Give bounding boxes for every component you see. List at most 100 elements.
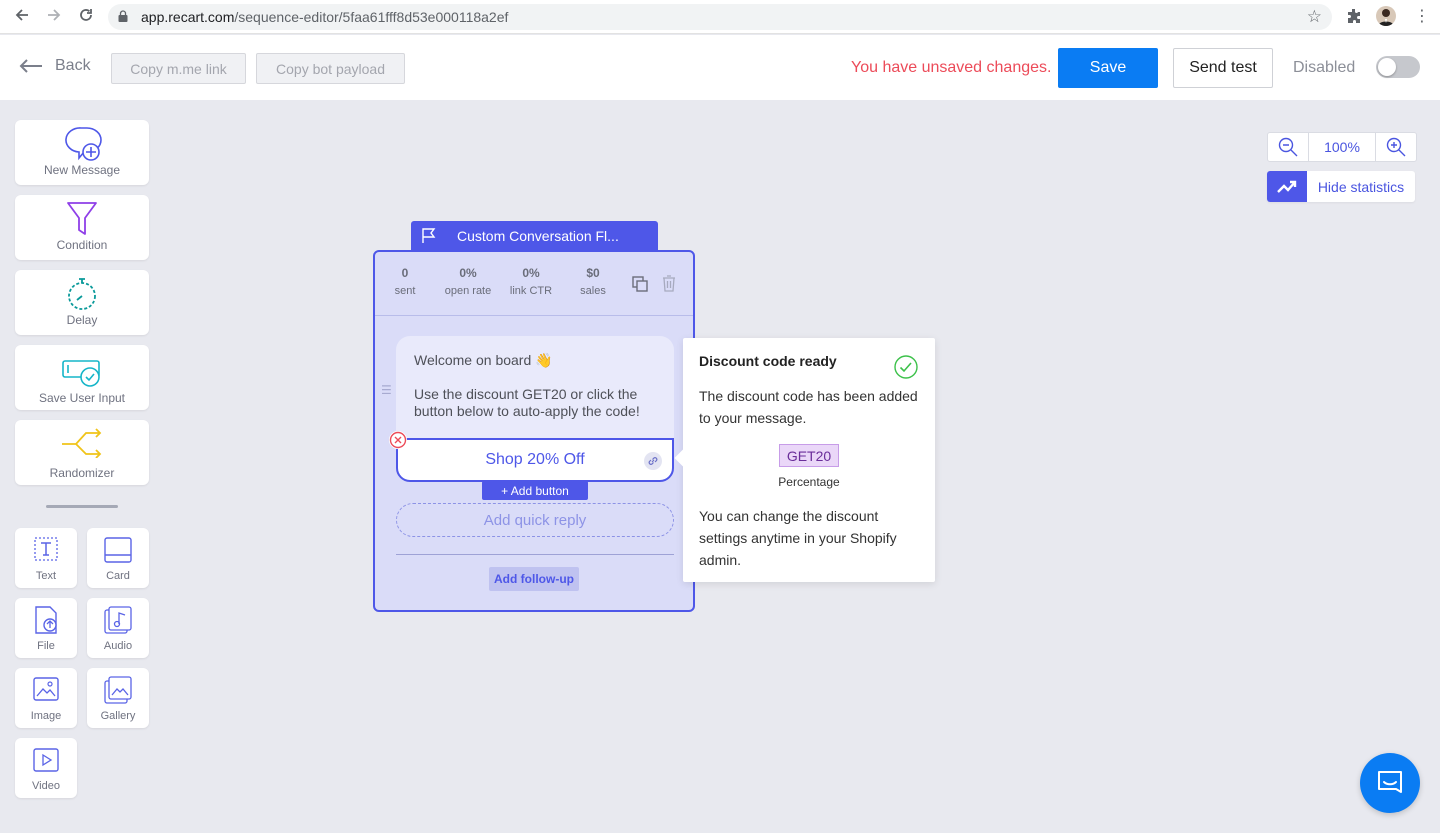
condition-label: Condition <box>56 238 108 252</box>
card-icon <box>104 537 132 563</box>
new-message-label: New Message <box>43 163 121 177</box>
add-button[interactable]: + Add button <box>482 481 588 500</box>
node-title-tab[interactable]: Custom Conversation Fl... <box>411 221 658 251</box>
randomizer-label: Randomizer <box>49 466 115 480</box>
zoom-out-button[interactable] <box>1268 133 1308 161</box>
add-follow-up-button[interactable]: Add follow-up <box>489 567 579 591</box>
chat-icon <box>1378 771 1402 793</box>
browser-menu-icon[interactable]: ⋮ <box>1414 6 1430 26</box>
drag-handle-icon[interactable]: ☰ <box>381 383 392 397</box>
enable-toggle[interactable] <box>1376 56 1420 78</box>
text-icon <box>34 537 58 561</box>
randomizer-icon <box>62 428 102 458</box>
stat-label: sent <box>394 285 416 297</box>
hide-statistics-button[interactable]: Hide statistics <box>1267 171 1415 202</box>
popup-title: Discount code ready <box>699 353 837 369</box>
condition-tool[interactable]: Condition <box>15 195 149 260</box>
unsaved-changes-warning: You have unsaved changes. <box>851 59 1052 76</box>
zoom-in-icon <box>1386 137 1406 157</box>
gallery-tool[interactable]: Gallery <box>87 668 149 728</box>
trash-icon[interactable] <box>662 275 676 292</box>
new-message-tool[interactable]: New Message <box>15 120 149 185</box>
text-tool[interactable]: Text <box>15 528 77 588</box>
editor-header: Back Copy m.me link Copy bot payload You… <box>0 35 1440 100</box>
popup-text-settings: You can change the discount settings any… <box>699 508 897 568</box>
message-body: Use the discount GET20 or click the butt… <box>414 386 640 419</box>
extensions-icon[interactable] <box>1346 8 1362 24</box>
delay-label: Delay <box>66 313 98 327</box>
message-node[interactable]: 0 sent 0% open rate 0% link CTR $0 sales… <box>373 250 695 612</box>
profile-avatar[interactable] <box>1376 6 1396 26</box>
copy-bot-payload-button[interactable]: Copy bot payload <box>256 53 405 84</box>
zoom-in-button[interactable] <box>1376 133 1416 161</box>
shop-button[interactable]: Shop 20% Off <box>396 438 674 482</box>
text-label: Text <box>35 570 57 582</box>
delay-tool[interactable]: Delay <box>15 270 149 335</box>
trend-up-icon <box>1267 171 1307 202</box>
address-bar[interactable]: app.recart.com/sequence-editor/5faa61fff… <box>108 4 1332 30</box>
stat-label: open rate <box>444 285 492 297</box>
discount-code-badge: GET20 <box>779 444 839 467</box>
save-button[interactable]: Save <box>1058 48 1158 88</box>
back-button[interactable]: Back <box>19 57 91 75</box>
zoom-control: 100% <box>1267 132 1417 162</box>
back-label: Back <box>55 57 91 74</box>
image-label: Image <box>30 710 62 722</box>
zoom-out-icon <box>1278 137 1298 157</box>
remove-button-icon[interactable] <box>389 431 407 449</box>
url-text: app.recart.com/sequence-editor/5faa61fff… <box>141 9 509 25</box>
shop-button-label: Shop 20% Off <box>485 451 585 468</box>
save-user-input-label: Save User Input <box>38 391 126 405</box>
send-test-button[interactable]: Send test <box>1173 48 1273 88</box>
toggle-knob <box>1378 58 1396 76</box>
arrow-left-icon <box>19 59 42 73</box>
browser-back-icon[interactable] <box>14 7 30 28</box>
file-upload-icon <box>35 606 57 634</box>
audio-label: Audio <box>103 640 133 652</box>
hide-statistics-label: Hide statistics <box>1317 178 1405 195</box>
zoom-level: 100% <box>1308 133 1376 161</box>
browser-reload-icon[interactable] <box>78 7 94 28</box>
audio-icon <box>104 606 132 634</box>
stat-label: link CTR <box>509 285 553 297</box>
audio-tool[interactable]: Audio <box>87 598 149 658</box>
node-title: Custom Conversation Fl... <box>457 228 619 244</box>
file-tool[interactable]: File <box>15 598 77 658</box>
gallery-label: Gallery <box>100 710 136 722</box>
video-tool[interactable]: Video <box>15 738 77 798</box>
stat-sales: $0 sales <box>563 266 623 297</box>
node-stats: 0 sent 0% open rate 0% link CTR $0 sales <box>375 252 693 316</box>
duplicate-icon[interactable] <box>632 276 648 292</box>
video-label: Video <box>32 780 60 792</box>
link-icon[interactable] <box>644 452 662 470</box>
check-circle-icon <box>894 355 918 379</box>
stat-value: 0% <box>459 266 477 280</box>
popup-text-added: The discount code has been added to your… <box>699 388 918 426</box>
discount-type: Percentage <box>778 475 840 489</box>
flag-icon <box>422 228 436 243</box>
browser-forward-icon[interactable] <box>46 7 62 28</box>
add-quick-reply[interactable]: Add quick reply <box>396 503 674 537</box>
palette-divider <box>46 505 118 508</box>
bookmark-star-icon[interactable]: ☆ <box>1307 7 1322 27</box>
randomizer-tool[interactable]: Randomizer <box>15 420 149 485</box>
file-label: File <box>37 640 55 652</box>
stat-link-ctr: 0% link CTR <box>501 266 561 297</box>
image-tool[interactable]: Image <box>15 668 77 728</box>
stat-open-rate: 0% open rate <box>438 266 498 297</box>
new-message-icon <box>65 127 102 161</box>
message-bubble[interactable]: Welcome on board 👋 Use the discount GET2… <box>396 336 674 440</box>
save-input-icon <box>62 360 100 387</box>
lock-icon <box>118 10 128 22</box>
stat-value: 0 <box>401 266 409 280</box>
card-tool[interactable]: Card <box>87 528 149 588</box>
copy-mme-link-button[interactable]: Copy m.me link <box>111 53 246 84</box>
save-user-input-tool[interactable]: Save User Input <box>15 345 149 410</box>
stopwatch-icon <box>68 278 96 310</box>
image-icon <box>33 677 59 701</box>
discount-code-popup: Discount code ready The discount code ha… <box>683 338 935 582</box>
status-label: Disabled <box>1293 59 1356 76</box>
card-label: Card <box>106 570 130 582</box>
stat-label: sales <box>580 285 606 297</box>
chat-launcher-button[interactable] <box>1360 753 1420 813</box>
